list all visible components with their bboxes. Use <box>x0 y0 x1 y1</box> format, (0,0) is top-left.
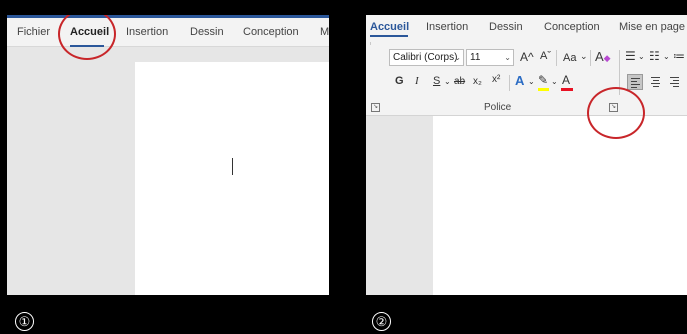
step-1-number: ① <box>15 312 34 331</box>
active-tab-indicator <box>370 35 408 37</box>
grow-font-button[interactable]: A^ <box>520 50 534 64</box>
tab-conception[interactable]: Conception <box>544 21 600 33</box>
subscript-button[interactable]: x₂ <box>473 76 482 87</box>
multilevel-list-icon[interactable]: ≔ <box>673 49 685 63</box>
shrink-font-button[interactable]: Aˇ <box>540 50 551 62</box>
tab-insertion[interactable]: Insertion <box>126 26 168 38</box>
chevron-down-icon[interactable]: ⌄ <box>551 77 558 86</box>
align-right-button[interactable] <box>667 74 683 90</box>
step-2-number: ② <box>372 312 391 331</box>
divider <box>556 50 557 66</box>
bold-button[interactable]: G <box>395 75 404 87</box>
document-page[interactable] <box>135 62 329 295</box>
text-cursor <box>232 158 233 175</box>
font-name-dropdown[interactable]: Calibri (Corps) ⌄ <box>389 49 464 66</box>
tab-conception[interactable]: Conception <box>243 26 299 38</box>
ribbon-tabs: Fichier Accueil Insertion Dessin Concept… <box>7 18 329 47</box>
font-color-swatch <box>561 88 573 91</box>
document-page[interactable] <box>433 116 687 295</box>
underline-button[interactable]: S <box>433 75 440 87</box>
numbering-icon[interactable]: ☷ <box>649 49 660 63</box>
text-effects-icon[interactable]: A <box>515 73 524 88</box>
align-center-button[interactable] <box>648 74 664 90</box>
chevron-down-icon[interactable]: ⌄ <box>663 52 670 61</box>
superscript-button[interactable]: x² <box>492 74 500 85</box>
highlight-color-swatch <box>538 88 549 91</box>
align-left-icon <box>631 78 640 90</box>
tab-dessin[interactable]: Dessin <box>489 21 523 33</box>
divider <box>509 75 510 91</box>
font-name-value: Calibri (Corps) <box>393 52 458 63</box>
tab-fichier[interactable]: Fichier <box>17 26 50 38</box>
align-left-button[interactable] <box>627 74 643 90</box>
highlight-circle-accueil <box>58 15 116 60</box>
font-group-label: Police <box>484 102 512 113</box>
tab-overflow[interactable]: M <box>320 26 329 38</box>
tab-insertion[interactable]: Insertion <box>426 21 468 33</box>
highlighter-icon[interactable]: ✎ <box>538 73 548 87</box>
font-size-dropdown[interactable]: 11 ⌄ <box>466 49 514 66</box>
divider <box>370 42 371 45</box>
align-right-icon <box>670 77 679 89</box>
highlight-circle-launcher <box>587 87 645 139</box>
tab-mise-en-page[interactable]: Mise en page <box>619 21 685 33</box>
change-case-button[interactable]: Aa <box>563 52 576 64</box>
italic-button[interactable]: I <box>415 75 419 87</box>
chevron-down-icon[interactable]: ⌄ <box>580 51 588 62</box>
chevron-down-icon[interactable]: ⌄ <box>444 77 451 86</box>
divider <box>590 50 591 66</box>
tab-dessin[interactable]: Dessin <box>190 26 224 38</box>
font-size-value: 11 <box>470 52 481 63</box>
chevron-down-icon[interactable]: ⌄ <box>638 52 645 61</box>
chevron-down-icon: ⌄ <box>504 53 511 62</box>
step-2-screenshot: Accueil Insertion Dessin Conception Mise… <box>366 15 687 295</box>
dialog-launcher-icon[interactable]: ↘ <box>371 103 380 112</box>
bullets-icon[interactable]: ☰ <box>625 49 636 63</box>
eraser-icon[interactable]: A◆ <box>595 49 611 64</box>
chevron-down-icon[interactable]: ⌄ <box>528 77 535 86</box>
font-color-icon[interactable]: A <box>562 73 570 87</box>
chevron-down-icon: ⌄ <box>454 53 461 62</box>
step-1-screenshot: Fichier Accueil Insertion Dessin Concept… <box>7 15 329 295</box>
tab-accueil[interactable]: Accueil <box>370 21 409 33</box>
strikethrough-button[interactable]: ab <box>454 76 465 87</box>
align-center-icon <box>651 77 660 89</box>
